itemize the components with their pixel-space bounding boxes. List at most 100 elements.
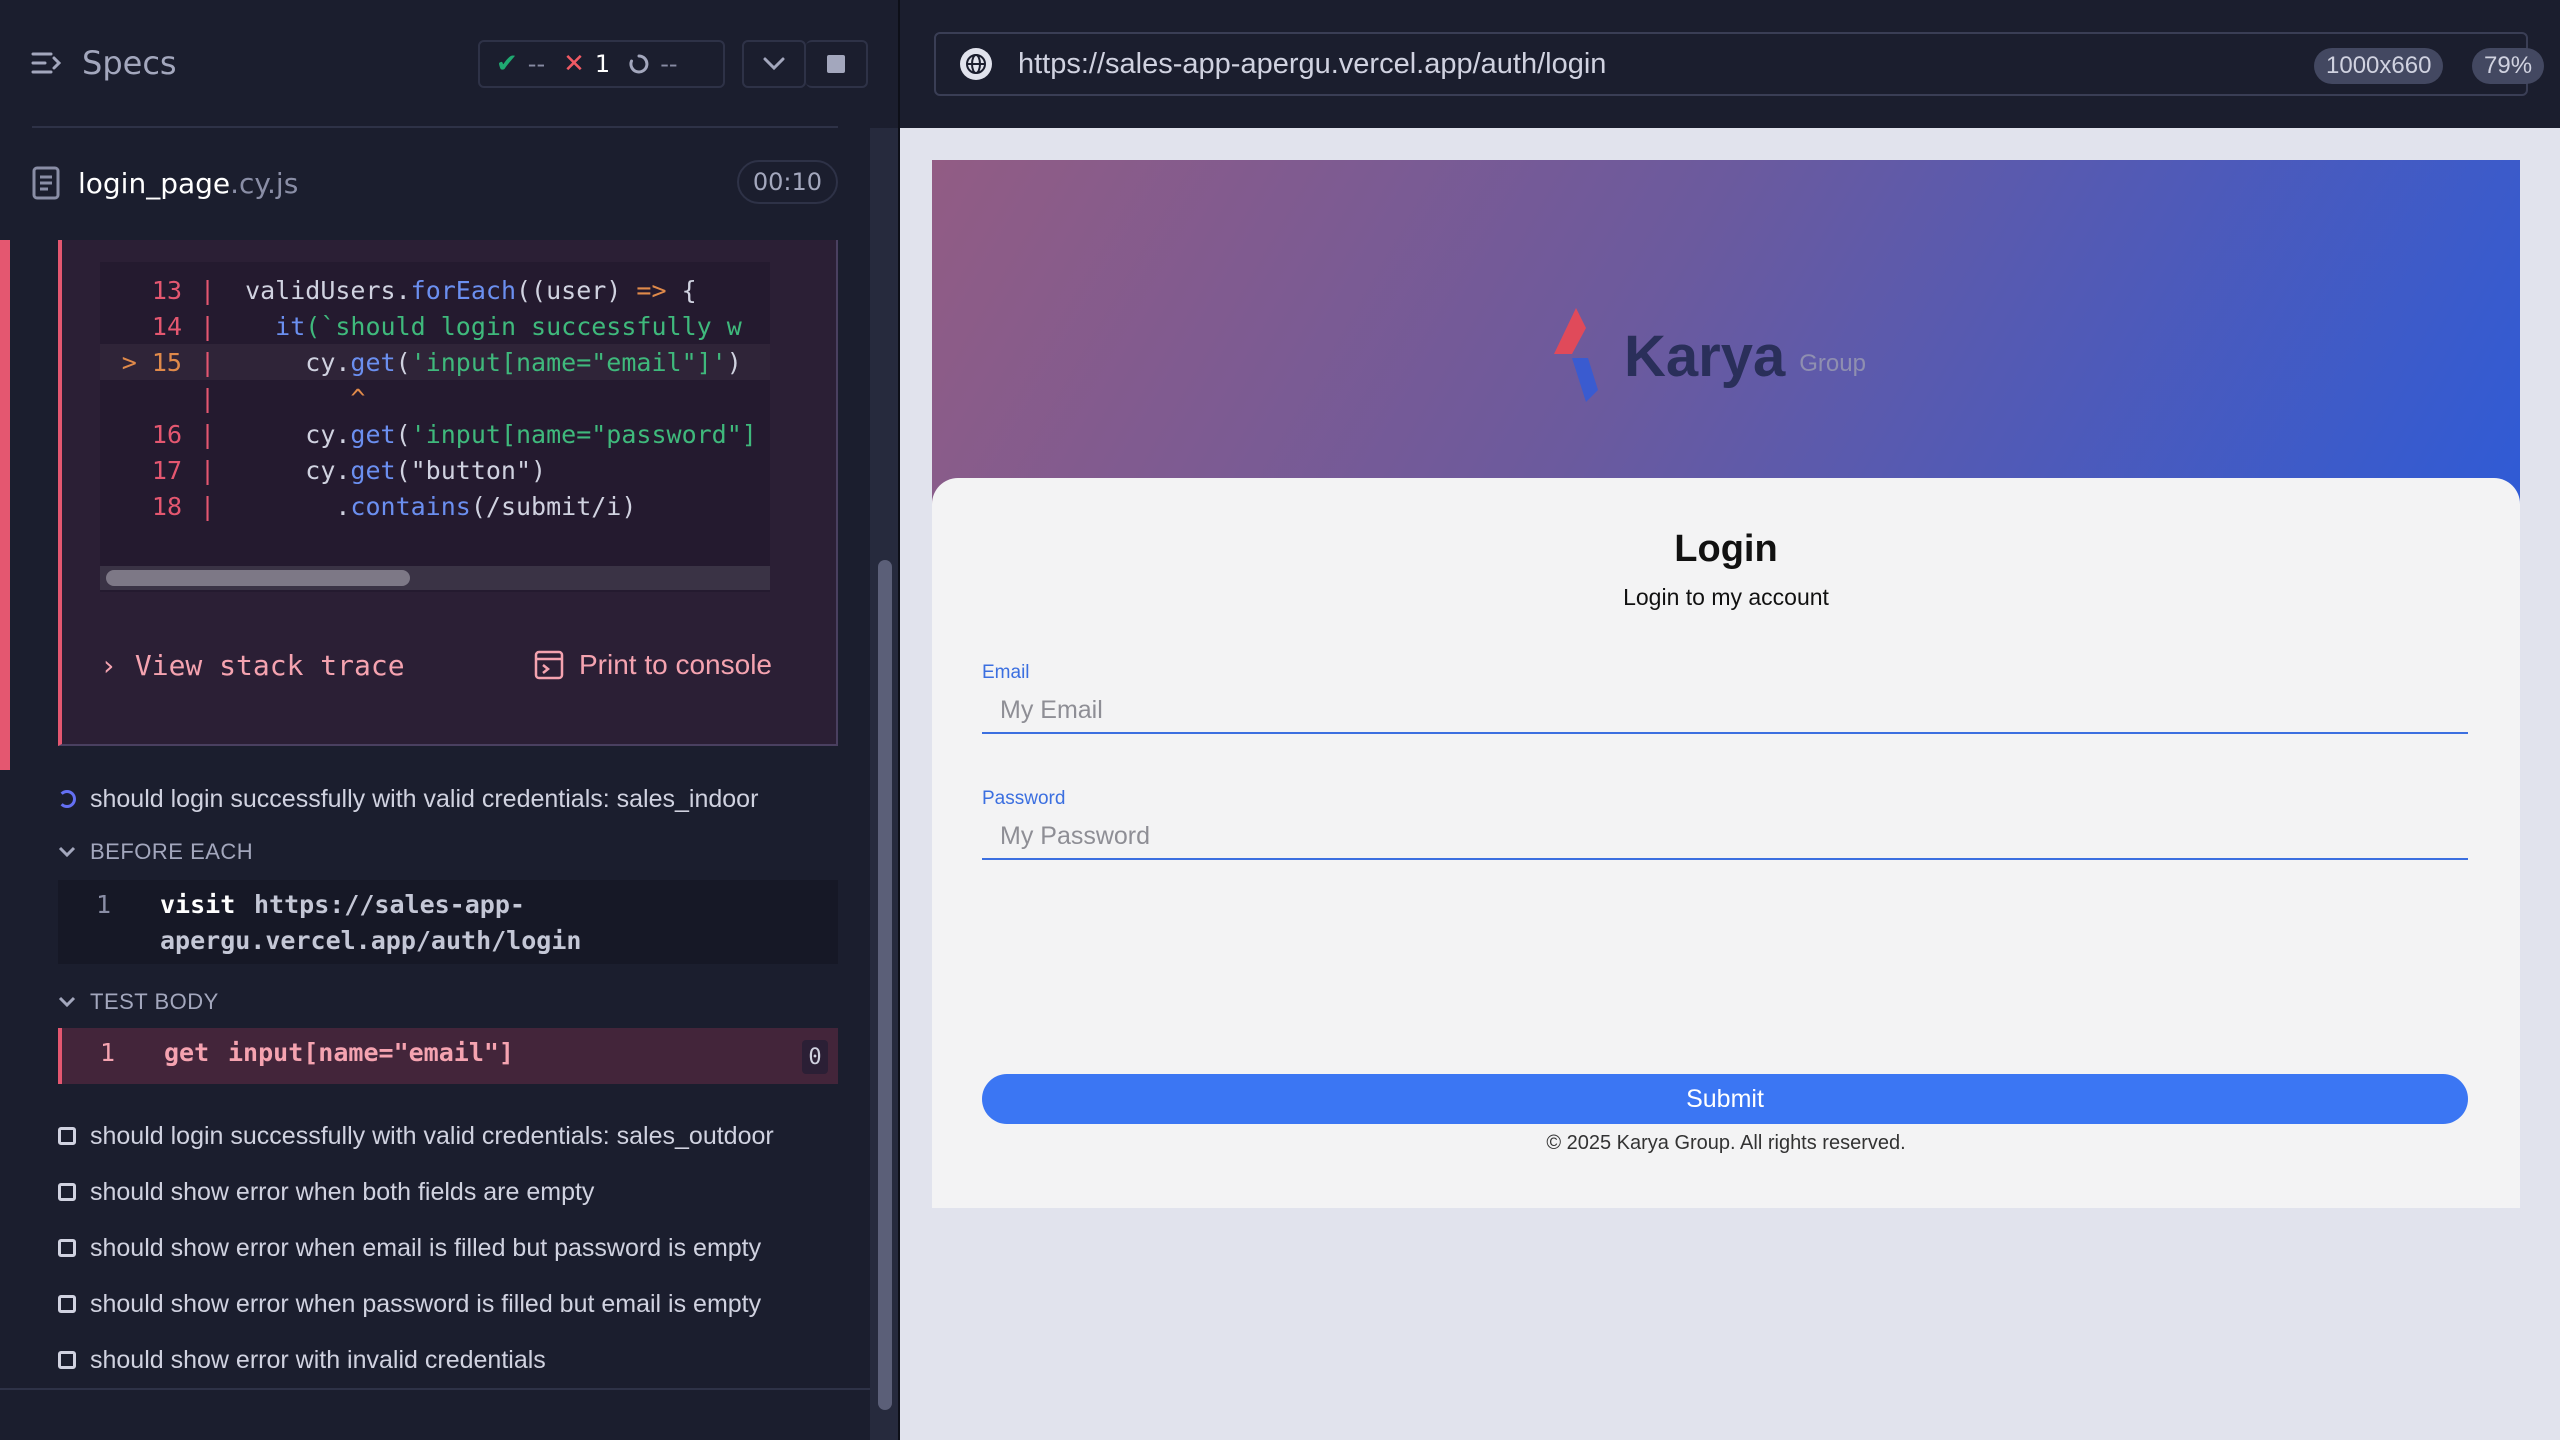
print-to-console-button[interactable]: Print to console [533, 649, 772, 681]
stop-icon [827, 55, 845, 73]
code-line-highlighted: > 15 | cy. get('input[name="email"]') [100, 344, 770, 380]
failed-count: 1 [594, 50, 611, 78]
chevron-down-icon [763, 57, 785, 71]
test-title: should login successfully with valid cre… [90, 1121, 774, 1150]
hero-banner: Karya Group [932, 160, 2520, 520]
running-spinner-icon [58, 790, 76, 808]
email-field[interactable] [982, 688, 2468, 734]
command-visit[interactable]: 1 visit https://sales-app- apergu.vercel… [58, 880, 838, 964]
spec-duration: 00:10 [736, 160, 838, 204]
failed-test-indicator [0, 240, 10, 770]
karya-logo-mark [1554, 308, 1598, 402]
queued-icon [58, 1351, 76, 1369]
chevron-down-icon [58, 996, 76, 1008]
view-stack-trace-button[interactable]: › View stack trace [100, 649, 405, 682]
check-icon: ✔ [496, 49, 518, 79]
zoom-badge: 79% [2472, 48, 2545, 84]
aut-header: https://sales-app-apergu.vercel.app/auth… [900, 0, 2560, 128]
test-title: should show error when both fields are e… [90, 1177, 595, 1206]
specs-list-icon [31, 52, 62, 74]
command-index: 1 [100, 1038, 116, 1067]
queued-icon [58, 1295, 76, 1313]
spec-file-header: login_page .cy.js 00:10 [32, 160, 838, 206]
test-item[interactable]: should login successfully with valid cre… [58, 1116, 774, 1156]
logo-text: Karya [1624, 323, 1786, 389]
command-get-failed[interactable]: 1 get input[name="email"] 0 [58, 1028, 838, 1084]
chevron-down-icon [58, 846, 76, 858]
login-title: Login [1674, 528, 1778, 570]
passed-count: -- [527, 50, 546, 78]
password-label: Password [982, 788, 1066, 809]
terminal-icon [534, 650, 564, 680]
app-iframe: Karya Group Login Login to my account Em… [932, 160, 2520, 1208]
test-body-label: TEST BODY [90, 989, 219, 1014]
auto-scroll-button[interactable] [742, 40, 806, 88]
cypress-runner: Specs ✔ -- ✕ 1 -- login_page .cy.js 00:1… [0, 0, 2560, 1440]
code-line: 16 | cy. get('input[name="password"] [151, 419, 757, 449]
reporter-bottom-divider [0, 1388, 870, 1390]
spec-file-ext: .cy.js [230, 166, 299, 200]
test-item[interactable]: should show error when password is fille… [58, 1284, 761, 1324]
code-line: 14 | it (`should login successfully w [151, 311, 742, 341]
document-icon [32, 166, 60, 200]
submit-button[interactable]: Submit [982, 1074, 2468, 1124]
reporter-scrollbar-thumb[interactable] [878, 560, 892, 1410]
stat-pending: -- [628, 50, 678, 78]
code-line: 17 | cy. get ("button") [151, 455, 547, 485]
code-line: 13 | validUsers. forEach ((user) => { [151, 275, 697, 305]
spec-file-name[interactable]: login_page [78, 167, 230, 200]
code-frame: 13 | validUsers. forEach ((user) => { 14 | it… [100, 262, 770, 592]
email-label: Email [982, 662, 1030, 683]
viewport-size-badge[interactable]: 1000x660 [2314, 48, 2444, 84]
globe-icon [960, 48, 992, 80]
url-text[interactable]: https://sales-app-apergu.vercel.app/auth… [1018, 48, 1606, 81]
karya-logo: Karya Group [1552, 306, 1866, 406]
x-icon: ✕ [563, 49, 585, 79]
test-item[interactable]: should show error when email is filled b… [58, 1228, 761, 1268]
command-name: get [164, 1038, 210, 1067]
code-scrollbar-thumb[interactable] [106, 570, 410, 586]
hook-label: BEFORE EACH [90, 839, 254, 864]
copyright-footer: © 2025 Karya Group. All rights reserved. [1546, 1132, 1906, 1154]
test-title: should show error with invalid credentia… [90, 1345, 546, 1374]
command-message-continued: apergu.vercel.app/auth/login [160, 926, 582, 955]
chevron-right-icon: › [100, 648, 117, 682]
logo-subtext: Group [1799, 350, 1866, 377]
command-message: input[name="email"] [228, 1038, 514, 1067]
stat-passed: ✔ -- [496, 49, 545, 79]
view-stack-trace-label: View stack trace [134, 648, 405, 682]
specs-label: Specs [82, 44, 177, 82]
header-divider [32, 126, 838, 128]
print-to-console-label: Print to console [579, 649, 772, 680]
code-line: 18 | . contains (/submit/i) [151, 491, 637, 521]
test-title: should show error when email is filled b… [90, 1233, 762, 1262]
command-name: visit [160, 890, 236, 919]
queued-icon [58, 1183, 76, 1201]
queued-icon [58, 1239, 76, 1257]
test-body-section[interactable]: TEST BODY [58, 985, 219, 1019]
code-line: | ^ [200, 383, 366, 413]
stop-button[interactable] [806, 40, 868, 88]
pending-count: -- [660, 50, 678, 78]
queued-icon [58, 1127, 76, 1145]
test-item-running[interactable]: should login successfully with valid cre… [58, 779, 758, 819]
password-field[interactable] [982, 814, 2468, 860]
url-bar[interactable]: https://sales-app-apergu.vercel.app/auth… [934, 32, 2545, 96]
element-count-badge: 0 [802, 1040, 828, 1074]
test-item[interactable]: should show error with invalid credentia… [58, 1340, 546, 1380]
error-actions: › View stack trace Print to console [100, 640, 772, 690]
test-stats: ✔ -- ✕ 1 -- [478, 40, 725, 88]
specs-toggle-button[interactable]: Specs [30, 44, 177, 82]
command-message: https://sales-app- [254, 890, 525, 919]
hook-before-each[interactable]: BEFORE EACH [58, 835, 253, 869]
test-title: should login successfully with valid cre… [90, 784, 759, 813]
test-title: should show error when password is fille… [90, 1289, 762, 1318]
stat-failed: ✕ 1 [563, 49, 610, 79]
pending-spinner-icon [629, 54, 649, 74]
reporter-header: Specs ✔ -- ✕ 1 -- [0, 0, 900, 128]
login-subtitle: Login to my account [1623, 584, 1829, 610]
test-item[interactable]: should show error when both fields are e… [58, 1172, 594, 1212]
command-index: 1 [96, 890, 112, 919]
aut-panel: https://sales-app-apergu.vercel.app/auth… [900, 0, 2560, 1440]
login-card: Login Login to my account Email Password… [932, 478, 2520, 1208]
